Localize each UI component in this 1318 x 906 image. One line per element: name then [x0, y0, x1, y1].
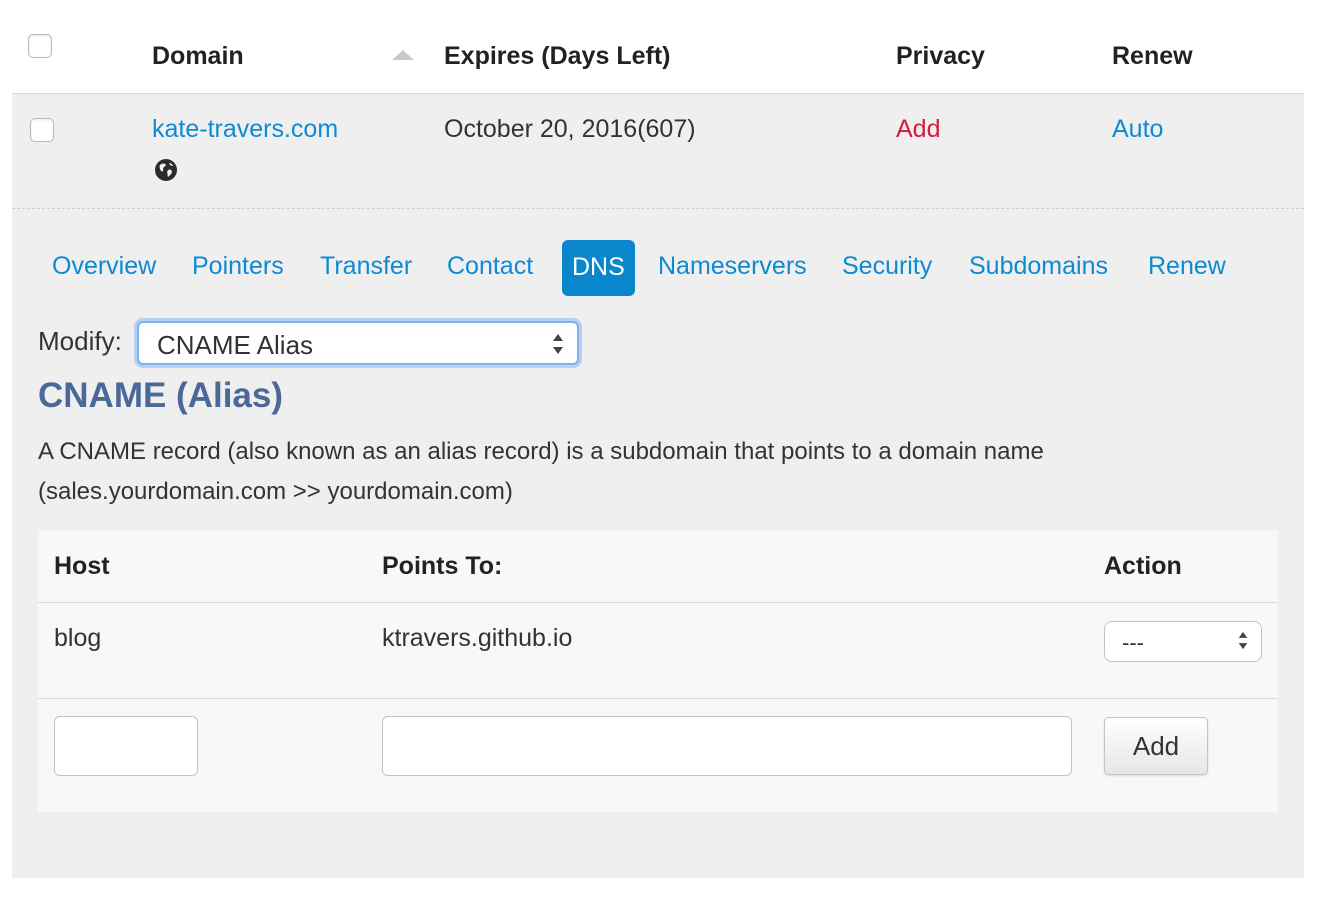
column-header-domain[interactable]: Domain: [152, 42, 244, 71]
sort-ascending-icon[interactable]: [392, 50, 414, 60]
new-points-to-input[interactable]: [382, 716, 1072, 776]
tab-dns[interactable]: DNS: [562, 240, 635, 296]
domain-row: [12, 93, 1304, 209]
table-divider: [38, 602, 1278, 603]
records-header-action: Action: [1104, 552, 1182, 580]
domain-row-checkbox[interactable]: [30, 118, 54, 142]
tab-pointers[interactable]: Pointers: [192, 252, 284, 281]
table-divider: [38, 698, 1278, 699]
tab-subdomains[interactable]: Subdomains: [969, 252, 1108, 281]
section-title: CNAME (Alias): [38, 376, 284, 415]
section-description: A CNAME record (also known as an alias r…: [38, 438, 1044, 505]
tab-contact[interactable]: Contact: [447, 252, 533, 281]
column-header-renew: Renew: [1112, 42, 1193, 70]
privacy-add-link[interactable]: Add: [896, 115, 940, 144]
expires-value: October 20, 2016(607): [444, 115, 696, 143]
tab-overview[interactable]: Overview: [52, 252, 156, 281]
record-type-select[interactable]: CNAME Alias: [137, 321, 579, 365]
select-updown-icon: [553, 334, 563, 354]
record-host: blog: [54, 624, 102, 652]
globe-icon: [155, 159, 177, 181]
select-all-checkbox[interactable]: [28, 34, 52, 58]
records-header-host: Host: [54, 552, 110, 580]
modify-label: Modify:: [38, 326, 122, 356]
tab-security[interactable]: Security: [842, 252, 932, 281]
renew-auto-link[interactable]: Auto: [1112, 115, 1163, 144]
record-type-selected: CNAME Alias: [157, 330, 314, 360]
record-action-select[interactable]: ---: [1104, 621, 1262, 662]
records-header-points-to: Points To:: [382, 552, 503, 580]
record-points-to: ktravers.github.io: [382, 624, 573, 652]
domain-name-link[interactable]: kate-travers.com: [152, 115, 338, 144]
new-host-input[interactable]: [54, 716, 198, 776]
add-record-button[interactable]: Add: [1104, 717, 1208, 775]
column-header-expires[interactable]: Expires (Days Left): [444, 42, 670, 71]
tab-nameservers[interactable]: Nameservers: [658, 252, 807, 281]
record-action-selected: ---: [1122, 630, 1144, 655]
tab-renew[interactable]: Renew: [1148, 252, 1226, 281]
select-updown-icon: [1238, 631, 1248, 650]
tab-transfer[interactable]: Transfer: [320, 252, 412, 281]
column-header-privacy: Privacy: [896, 42, 985, 70]
